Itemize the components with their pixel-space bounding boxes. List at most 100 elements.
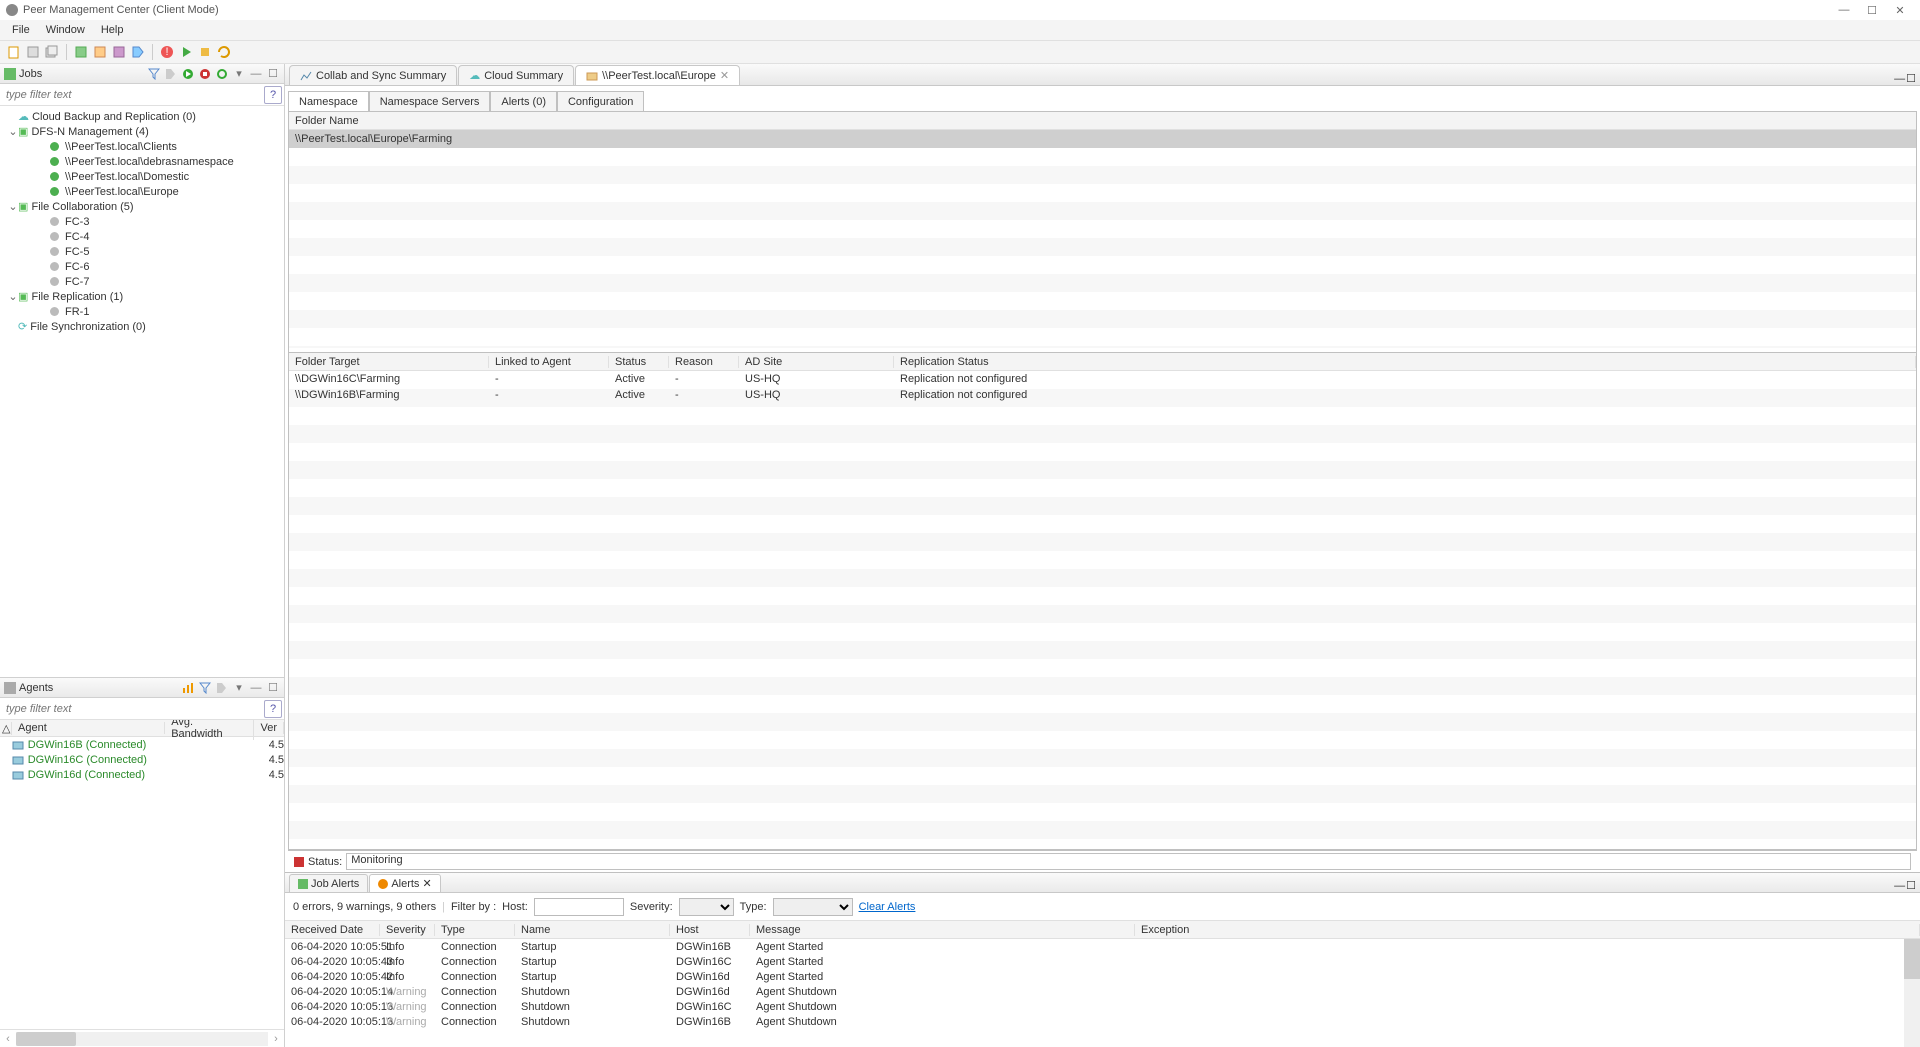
folder-row[interactable]: \\PeerTest.local\Europe\Farming <box>289 130 1916 148</box>
tree-item[interactable]: FR-1 <box>0 304 284 319</box>
jobs-tree[interactable]: ☁ Cloud Backup and Replication (0)⌄▣ DFS… <box>0 106 284 677</box>
run-icon[interactable] <box>178 44 194 60</box>
refresh-icon[interactable] <box>215 67 229 81</box>
maximize-icon[interactable]: ☐ <box>1906 72 1916 85</box>
tree-item[interactable]: FC-6 <box>0 259 284 274</box>
refresh-icon[interactable] <box>216 44 232 60</box>
play-icon[interactable] <box>181 67 195 81</box>
main-tab[interactable]: Collab and Sync Summary <box>289 65 457 85</box>
alert-row[interactable]: 06-04-2020 10:05:14WarningConnectionShut… <box>285 984 1920 999</box>
error-icon[interactable]: ! <box>159 44 175 60</box>
agent-row[interactable]: DGWin16C (Connected)4.5 <box>0 752 284 767</box>
tool-icon-1[interactable] <box>73 44 89 60</box>
agents-filter-input[interactable] <box>0 701 264 717</box>
maximize-icon[interactable]: ☐ <box>266 681 280 695</box>
tree-item[interactable]: ☁ Cloud Backup and Replication (0) <box>0 109 284 124</box>
tree-item[interactable]: \\PeerTest.local\debrasnamespace <box>0 154 284 169</box>
minimize-icon[interactable]: — <box>249 681 263 695</box>
alert-row[interactable]: 06-04-2020 10:05:42InfoConnectionStartup… <box>285 969 1920 984</box>
tree-item[interactable]: \\PeerTest.local\Europe <box>0 184 284 199</box>
sub-tab[interactable]: Alerts (0) <box>490 91 557 111</box>
sub-tab[interactable]: Configuration <box>557 91 644 111</box>
status-col[interactable]: Status <box>609 356 669 368</box>
tree-item[interactable]: FC-4 <box>0 229 284 244</box>
folder-name-header[interactable]: Folder Name <box>289 112 1916 130</box>
close-button[interactable]: ✕ <box>1886 1 1914 19</box>
agents-hscrollbar[interactable]: ‹ › <box>0 1029 284 1047</box>
close-tab-icon[interactable]: ✕ <box>422 877 431 890</box>
help-icon[interactable]: ? <box>264 700 282 718</box>
minimize-icon[interactable]: — <box>1894 73 1905 85</box>
linked-agent-col[interactable]: Linked to Agent <box>489 356 609 368</box>
tag-icon[interactable] <box>164 67 178 81</box>
tree-item[interactable]: ⌄▣ DFS-N Management (4) <box>0 124 284 139</box>
tool-icon-2[interactable] <box>92 44 108 60</box>
target-row[interactable]: \\DGWin16C\Farming-Active-US-HQReplicati… <box>289 371 1916 387</box>
bottom-tab[interactable]: Job Alerts <box>289 874 368 892</box>
alert-row[interactable]: 06-04-2020 10:05:13WarningConnectionShut… <box>285 999 1920 1014</box>
tool-icon-3[interactable] <box>111 44 127 60</box>
alert-row[interactable]: 06-04-2020 10:05:43InfoConnectionStartup… <box>285 954 1920 969</box>
agent-col-header[interactable]: Agent <box>12 722 165 734</box>
tree-item[interactable]: ⟳ File Synchronization (0) <box>0 319 284 334</box>
exception-col[interactable]: Exception <box>1135 924 1920 936</box>
version-col-header[interactable]: Ver <box>254 722 284 734</box>
help-icon[interactable]: ? <box>264 86 282 104</box>
agent-row[interactable]: DGWin16B (Connected)4.5 <box>0 737 284 752</box>
scroll-right-icon[interactable]: › <box>268 1033 284 1045</box>
agent-row[interactable]: DGWin16d (Connected)4.5 <box>0 767 284 782</box>
bottom-tab[interactable]: Alerts✕ <box>369 874 440 892</box>
target-row[interactable]: \\DGWin16B\Farming-Active-US-HQReplicati… <box>289 387 1916 403</box>
maximize-icon[interactable]: ☐ <box>266 67 280 81</box>
new-icon[interactable] <box>6 44 22 60</box>
sub-tab[interactable]: Namespace Servers <box>369 91 491 111</box>
maximize-button[interactable]: ☐ <box>1858 1 1886 19</box>
chart-icon[interactable] <box>181 681 195 695</box>
tree-item[interactable]: FC-5 <box>0 244 284 259</box>
type-col[interactable]: Type <box>435 924 515 936</box>
stop-icon[interactable] <box>198 67 212 81</box>
host-input[interactable] <box>534 898 624 916</box>
main-tab[interactable]: ☁Cloud Summary <box>458 65 574 85</box>
host-col[interactable]: Host <box>670 924 750 936</box>
save-icon[interactable] <box>25 44 41 60</box>
jobs-filter-input[interactable] <box>0 87 264 103</box>
reason-col[interactable]: Reason <box>669 356 739 368</box>
alerts-vscrollbar[interactable] <box>1904 939 1920 1047</box>
menu-help[interactable]: Help <box>95 22 130 38</box>
filter-icon[interactable] <box>198 681 212 695</box>
main-tab[interactable]: \\PeerTest.local\Europe✕ <box>575 65 740 85</box>
type-select[interactable] <box>773 898 853 916</box>
menu-window[interactable]: Window <box>40 22 91 38</box>
menu-icon[interactable]: ▾ <box>232 67 246 81</box>
tree-item[interactable]: FC-7 <box>0 274 284 289</box>
tree-item[interactable]: ⌄▣ File Replication (1) <box>0 289 284 304</box>
message-col[interactable]: Message <box>750 924 1135 936</box>
alert-row[interactable]: 06-04-2020 10:05:51InfoConnectionStartup… <box>285 939 1920 954</box>
tree-item[interactable]: FC-3 <box>0 214 284 229</box>
alert-row[interactable]: 06-04-2020 10:05:13WarningConnectionShut… <box>285 1014 1920 1029</box>
minimize-button[interactable]: — <box>1830 1 1858 19</box>
adsite-col[interactable]: AD Site <box>739 356 894 368</box>
menu-file[interactable]: File <box>6 22 36 38</box>
severity-col[interactable]: Severity <box>380 924 435 936</box>
tree-item[interactable]: \\PeerTest.local\Clients <box>0 139 284 154</box>
save-all-icon[interactable] <box>44 44 60 60</box>
close-tab-icon[interactable]: ✕ <box>720 69 729 82</box>
received-date-col[interactable]: Received Date <box>285 924 380 936</box>
minimize-icon[interactable]: — <box>1894 880 1905 892</box>
repstatus-col[interactable]: Replication Status <box>894 356 1916 368</box>
tree-item[interactable]: \\PeerTest.local\Domestic <box>0 169 284 184</box>
scroll-left-icon[interactable]: ‹ <box>0 1033 16 1045</box>
filter-icon[interactable] <box>147 67 161 81</box>
maximize-icon[interactable]: ☐ <box>1906 879 1916 892</box>
tag-icon[interactable] <box>215 681 229 695</box>
tree-item[interactable]: ⌄▣ File Collaboration (5) <box>0 199 284 214</box>
plugin-icon[interactable] <box>197 44 213 60</box>
menu-icon[interactable]: ▾ <box>232 681 246 695</box>
name-col[interactable]: Name <box>515 924 670 936</box>
sub-tab[interactable]: Namespace <box>288 91 369 111</box>
clear-alerts-link[interactable]: Clear Alerts <box>859 901 916 913</box>
folder-target-col[interactable]: Folder Target <box>289 356 489 368</box>
tag-icon[interactable] <box>130 44 146 60</box>
